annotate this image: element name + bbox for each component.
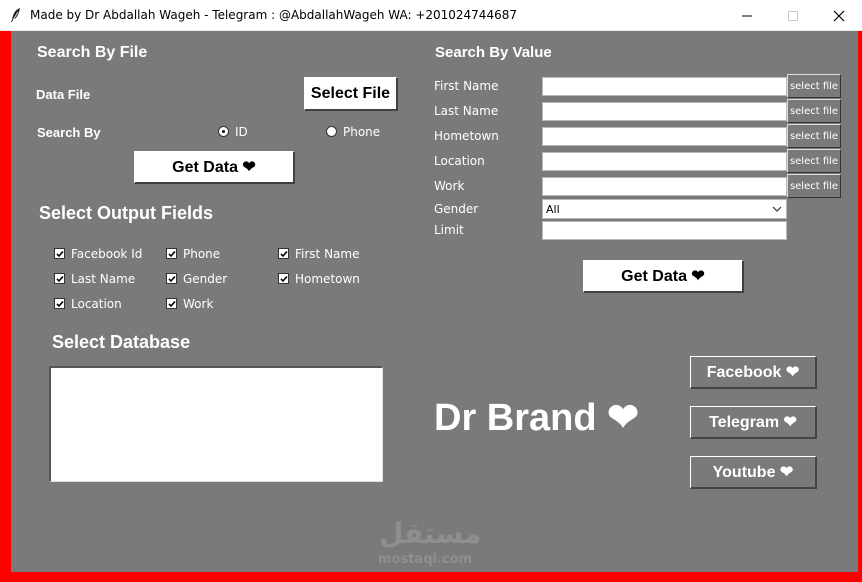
watermark-arabic: مستقل: [379, 517, 482, 550]
watermark-latin: mostaql.com: [378, 552, 473, 567]
field-facebook-id-label: Facebook Id: [71, 247, 143, 261]
hometown-label: Hometown: [434, 129, 499, 143]
facebook-button[interactable]: Facebook ❤: [690, 356, 817, 389]
data-file-label: Data File: [36, 87, 91, 102]
telegram-button[interactable]: Telegram ❤: [690, 406, 817, 439]
radio-phone[interactable]: [326, 126, 337, 137]
radio-id[interactable]: [218, 126, 229, 137]
checkbox-phone[interactable]: [166, 248, 177, 259]
field-work-label: Work: [183, 297, 214, 311]
check-icon: [280, 275, 288, 283]
maximize-button[interactable]: [770, 0, 816, 31]
database-listbox[interactable]: [49, 366, 383, 482]
location-label: Location: [434, 154, 485, 168]
search-by-label: Search By: [37, 125, 101, 140]
checkbox-location[interactable]: [54, 298, 65, 309]
close-button[interactable]: [816, 0, 862, 31]
maximize-icon: [788, 11, 798, 21]
brand-title: Dr Brand ❤: [434, 397, 639, 439]
last-name-select-file-button[interactable]: select file: [787, 99, 841, 123]
radio-phone-label: Phone: [343, 125, 381, 139]
checkbox-first-name[interactable]: [278, 248, 289, 259]
output-fields-heading: Select Output Fields: [39, 203, 214, 223]
field-location-label: Location: [71, 297, 122, 311]
database-heading: Select Database: [52, 332, 191, 352]
field-phone-label: Phone: [183, 247, 221, 261]
gender-selected-value: All: [546, 202, 560, 216]
feather-icon: [11, 8, 20, 22]
check-icon: [168, 300, 176, 308]
close-icon: [833, 10, 845, 22]
check-icon: [168, 275, 176, 283]
radio-selected-dot: [222, 130, 225, 133]
title-bar: Made by Dr Abdallah Wageh - Telegram : @…: [0, 0, 862, 31]
hometown-input[interactable]: [542, 127, 787, 146]
first-name-label: First Name: [434, 79, 499, 93]
main-panel: Search By File Data File Select File Sea…: [11, 31, 858, 572]
get-data-file-button[interactable]: Get Data ❤: [134, 151, 295, 184]
minimize-icon: [742, 15, 752, 17]
check-icon: [56, 275, 64, 283]
field-gender-label: Gender: [183, 272, 228, 286]
work-input[interactable]: [542, 177, 787, 196]
checkbox-gender[interactable]: [166, 273, 177, 284]
limit-input[interactable]: [542, 221, 787, 240]
check-icon: [280, 250, 288, 258]
gender-label: Gender: [434, 202, 479, 216]
get-data-value-button[interactable]: Get Data ❤: [583, 260, 744, 293]
check-icon: [56, 300, 64, 308]
location-select-file-button[interactable]: select file: [787, 149, 841, 173]
check-icon: [56, 250, 64, 258]
field-first-name-label: First Name: [295, 247, 360, 261]
last-name-label: Last Name: [434, 104, 499, 118]
checkbox-last-name[interactable]: [54, 273, 65, 284]
checkbox-hometown[interactable]: [278, 273, 289, 284]
last-name-input[interactable]: [542, 102, 787, 121]
youtube-button[interactable]: Youtube ❤: [690, 456, 817, 489]
checkbox-work[interactable]: [166, 298, 177, 309]
first-name-input[interactable]: [542, 77, 787, 96]
minimize-button[interactable]: [724, 0, 770, 31]
select-file-button[interactable]: Select File: [304, 77, 398, 111]
window-client-area: Search By File Data File Select File Sea…: [0, 31, 862, 582]
field-last-name-label: Last Name: [71, 272, 136, 286]
search-by-value-heading: Search By Value: [435, 44, 552, 61]
check-icon: [168, 250, 176, 258]
chevron-down-icon: [772, 206, 782, 212]
work-label: Work: [434, 179, 465, 193]
gender-select[interactable]: All: [542, 199, 787, 219]
hometown-select-file-button[interactable]: select file: [787, 124, 841, 148]
field-hometown-label: Hometown: [295, 272, 360, 286]
limit-label: Limit: [434, 223, 464, 237]
search-by-file-heading: Search By File: [37, 44, 148, 61]
window-title: Made by Dr Abdallah Wageh - Telegram : @…: [30, 8, 517, 22]
app-window: Made by Dr Abdallah Wageh - Telegram : @…: [0, 0, 862, 582]
work-select-file-button[interactable]: select file: [787, 174, 841, 198]
first-name-select-file-button[interactable]: select file: [787, 74, 841, 98]
checkbox-facebook-id[interactable]: [54, 248, 65, 259]
location-input[interactable]: [542, 152, 787, 171]
radio-id-label: ID: [235, 125, 248, 139]
